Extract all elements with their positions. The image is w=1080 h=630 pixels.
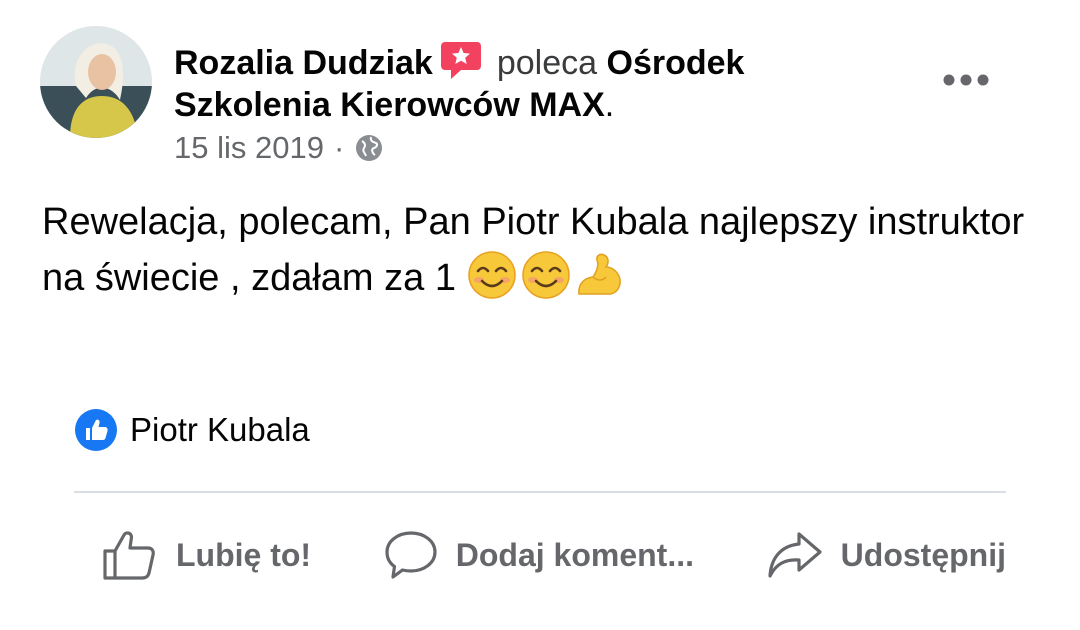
comment-button[interactable]: Dodaj koment... <box>384 529 694 581</box>
flexed-biceps-icon <box>575 250 625 300</box>
smiling-face-icon <box>467 250 517 300</box>
more-options-icon <box>943 74 989 86</box>
share-label: Udostępnij <box>840 536 1006 573</box>
globe-icon[interactable] <box>354 133 384 163</box>
share-icon <box>768 532 822 578</box>
post-body: Rewelacja, polecam, Pan Piotr Kubala naj… <box>42 194 1032 306</box>
share-button[interactable]: Udostępnij <box>767 530 1006 580</box>
post-meta: 15 lis 2019 · <box>174 130 384 166</box>
divider <box>74 491 1006 493</box>
like-label: Lubię to! <box>176 536 312 573</box>
smiling-face-icon <box>521 250 571 300</box>
page-name-suffix: . <box>604 86 615 124</box>
recommendation-icon <box>439 38 483 82</box>
author-name[interactable]: Rozalia Dudziak <box>174 44 433 82</box>
meta-separator: · <box>333 130 345 165</box>
post-card: Rozalia Dudziak poleca Ośrodek Szkolenia … <box>0 0 1080 630</box>
reactions-summary[interactable]: Piotr Kubala <box>74 408 310 452</box>
post-date[interactable]: 15 lis 2019 <box>174 130 324 166</box>
like-icon <box>75 409 117 451</box>
action-bar: Lubię to! Dodaj koment... Udostępnij <box>74 520 1006 590</box>
more-options-button[interactable] <box>936 60 996 100</box>
recommends-text: poleca <box>496 44 598 82</box>
comment-label: Dodaj koment... <box>455 536 694 573</box>
like-outline-icon <box>103 531 155 580</box>
comment-icon <box>385 531 437 579</box>
reaction-names[interactable]: Piotr Kubala <box>130 411 310 449</box>
post-header: Rozalia Dudziak poleca Ośrodek Szkolenia … <box>174 38 874 126</box>
avatar[interactable] <box>40 26 152 138</box>
like-button[interactable]: Lubię to! <box>102 529 311 581</box>
